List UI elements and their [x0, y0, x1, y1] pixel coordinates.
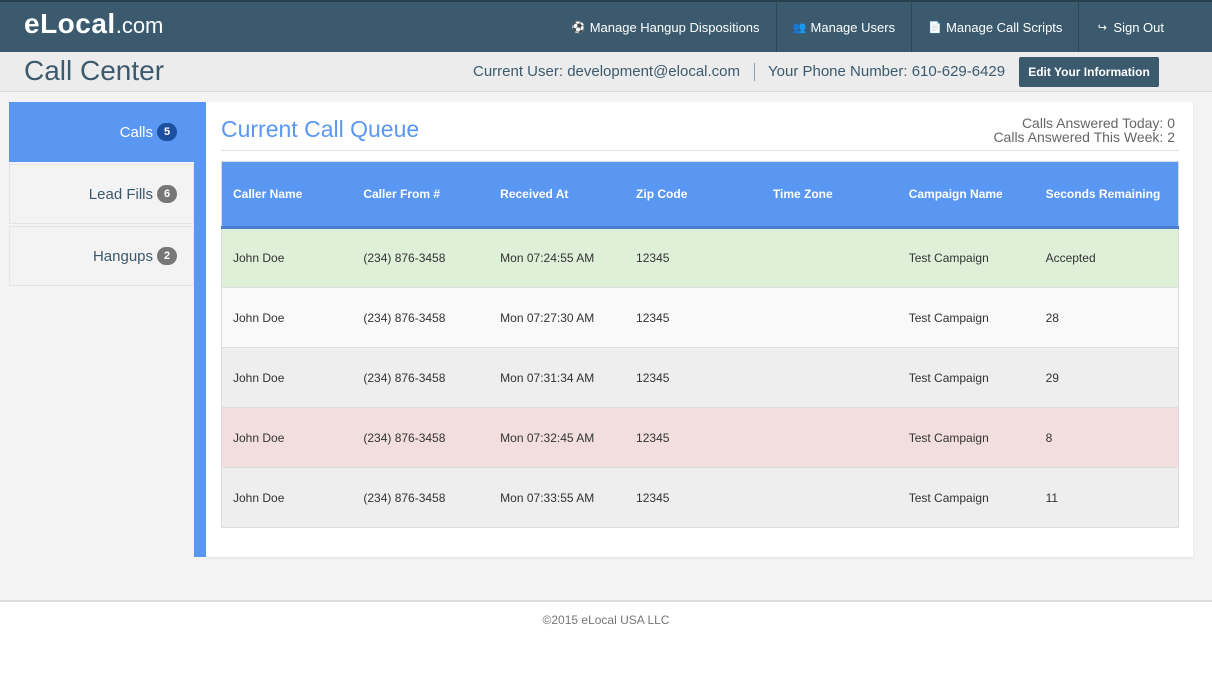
sidebar-item-label: Lead Fills	[88, 185, 153, 203]
time-zone	[761, 467, 898, 528]
nav-links: ⚽ Manage Hangup Dispositions 👥 Manage Us…	[556, 2, 1212, 52]
caller-number: (234) 876-3458	[352, 347, 490, 408]
column-header: Campaign Name	[897, 161, 1035, 229]
column-header: Time Zone	[761, 161, 898, 229]
sidebar-item-hangups[interactable]: Hangups 2	[9, 226, 194, 286]
count-badge: 2	[157, 247, 177, 265]
table-row[interactable]: John Doe (234) 876-3458 Mon 07:24:55 AM …	[221, 227, 1179, 288]
soccer-ball-icon: ⚽	[571, 21, 586, 34]
brand-logo[interactable]: eLocal.com	[24, 8, 163, 40]
header-divider	[754, 63, 755, 81]
sidebar-item-calls[interactable]: Calls 5	[9, 102, 194, 162]
footer-copyright: ©2015 eLocal USA LLC	[542, 613, 670, 627]
nav-manage-hangup-dispositions[interactable]: ⚽ Manage Hangup Dispositions	[556, 2, 776, 52]
sidebar-item-lead-fills[interactable]: Lead Fills 6	[9, 164, 194, 224]
received-at: Mon 07:27:30 AM	[489, 287, 626, 348]
sidebar-item-label: Calls	[119, 123, 153, 141]
received-at: Mon 07:31:34 AM	[489, 347, 626, 408]
zip-code: 12345	[625, 347, 762, 408]
nav-label: Manage Hangup Dispositions	[589, 19, 760, 35]
active-tab-indicator	[194, 102, 206, 557]
edit-information-button[interactable]: Edit Your Information	[1019, 57, 1159, 87]
campaign-name: Test Campaign	[897, 227, 1035, 288]
column-header: Received At	[489, 161, 626, 229]
sidebar: Calls 5 Lead Fills 6 Hangups 2	[9, 102, 194, 288]
time-zone	[761, 347, 898, 408]
zip-code: 12345	[625, 467, 762, 528]
time-zone	[761, 407, 898, 468]
top-navbar: eLocal.com ⚽ Manage Hangup Dispositions …	[0, 0, 1212, 52]
brand-name: eLocal	[24, 8, 116, 39]
table-row[interactable]: John Doe (234) 876-3458 Mon 07:32:45 AM …	[221, 407, 1179, 468]
caller-number: (234) 876-3458	[352, 467, 490, 528]
document-icon: 📄	[928, 21, 942, 34]
nav-manage-call-scripts[interactable]: 📄 Manage Call Scripts	[911, 2, 1078, 52]
call-queue-panel: Current Call Queue Calls Answered Today:…	[206, 102, 1193, 557]
table-row[interactable]: John Doe (234) 876-3458 Mon 07:33:55 AM …	[221, 467, 1179, 528]
caller-name: John Doe	[221, 467, 353, 528]
phone-number: Your Phone Number: 610-629-6429	[768, 63, 1006, 80]
nav-manage-users[interactable]: 👥 Manage Users	[775, 2, 912, 52]
zip-code: 12345	[625, 287, 762, 348]
sidebar-item-label: Hangups	[92, 247, 153, 265]
time-zone	[761, 227, 898, 288]
nav-label: Manage Users	[810, 19, 896, 35]
caller-name: John Doe	[221, 287, 353, 348]
time-zone	[761, 287, 898, 348]
page-header: Call Center Current User: development@el…	[0, 52, 1212, 92]
call-stats: Calls Answered Today: 0 Calls Answered T…	[993, 116, 1175, 144]
campaign-name: Test Campaign	[897, 407, 1035, 468]
queue-title: Current Call Queue	[221, 116, 420, 142]
seconds-remaining: Accepted	[1034, 227, 1179, 288]
caller-number: (234) 876-3458	[352, 287, 490, 348]
seconds-remaining: 11	[1034, 467, 1179, 528]
campaign-name: Test Campaign	[897, 467, 1035, 528]
zip-code: 12345	[625, 227, 762, 288]
caller-name: John Doe	[221, 407, 353, 468]
seconds-remaining: 29	[1034, 347, 1179, 408]
table-header-row: Caller Name Caller From # Received At Zi…	[221, 161, 1179, 229]
footer-divider	[0, 600, 1212, 602]
count-badge: 5	[157, 123, 177, 141]
column-header: Caller From #	[352, 161, 490, 229]
sign-out-icon: ↪	[1097, 21, 1108, 34]
page-title: Call Center	[24, 55, 165, 86]
caller-number: (234) 876-3458	[352, 407, 490, 468]
nav-label: Manage Call Scripts	[946, 19, 1063, 35]
table-row[interactable]: John Doe (234) 876-3458 Mon 07:27:30 AM …	[221, 287, 1179, 348]
brand-tld: .com	[115, 13, 164, 38]
column-header: Zip Code	[625, 161, 762, 229]
caller-number: (234) 876-3458	[352, 227, 490, 288]
answered-week: Calls Answered This Week: 2	[993, 129, 1175, 145]
call-queue-table: Caller Name Caller From # Received At Zi…	[221, 161, 1179, 528]
users-icon: 👥	[792, 21, 807, 34]
campaign-name: Test Campaign	[897, 287, 1035, 348]
caller-name: John Doe	[221, 227, 353, 288]
received-at: Mon 07:32:45 AM	[489, 407, 626, 468]
nav-label: Sign Out	[1113, 19, 1164, 35]
zip-code: 12345	[625, 407, 762, 468]
caller-name: John Doe	[221, 347, 353, 408]
campaign-name: Test Campaign	[897, 347, 1035, 408]
received-at: Mon 07:33:55 AM	[489, 467, 626, 528]
column-header: Caller Name	[221, 161, 353, 229]
current-user: Current User: development@elocal.com	[473, 63, 741, 80]
nav-sign-out[interactable]: ↪ Sign Out	[1078, 2, 1212, 52]
received-at: Mon 07:24:55 AM	[489, 227, 626, 288]
column-header: Seconds Remaining	[1034, 161, 1179, 229]
seconds-remaining: 8	[1034, 407, 1179, 468]
table-row[interactable]: John Doe (234) 876-3458 Mon 07:31:34 AM …	[221, 347, 1179, 408]
title-divider	[221, 150, 1179, 151]
answered-today: Calls Answered Today: 0	[1021, 115, 1175, 131]
count-badge: 6	[157, 185, 177, 203]
seconds-remaining: 28	[1034, 287, 1179, 348]
